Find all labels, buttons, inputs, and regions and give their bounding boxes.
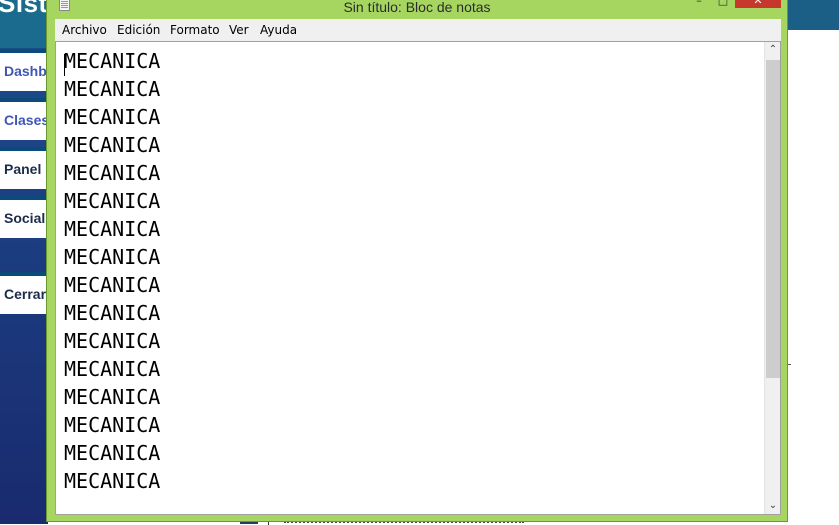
menu-ver[interactable]: Ver: [229, 23, 249, 37]
text-line: MECANICA: [64, 273, 161, 297]
vertical-scrollbar[interactable]: ⌃ ⌄: [764, 42, 780, 514]
background-app-title: Sist: [0, 0, 48, 18]
title-bar[interactable]: Sin título: Bloc de notas – □ ✕: [47, 0, 787, 17]
text-line: MECANICA: [64, 133, 161, 157]
nav-item-dashboard[interactable]: Dashb: [0, 49, 48, 91]
menu-edicion[interactable]: Edición: [117, 23, 160, 37]
text-editor[interactable]: MECANICA MECANICA MECANICA MECANICA MECA…: [55, 41, 781, 515]
document-text[interactable]: MECANICA MECANICA MECANICA MECANICA MECA…: [64, 47, 764, 495]
nav-item-label: Social: [4, 210, 46, 226]
text-line: MECANICA: [64, 105, 161, 129]
text-caret: [64, 54, 65, 76]
text-line: MECANICA: [64, 329, 161, 353]
text-line: MECANICA: [64, 413, 161, 437]
background-sidebar: Sist Dashb Clases Panel Social Cerrar: [0, 0, 48, 524]
nav-item-label: Clases: [4, 112, 48, 128]
text-line: MECANICA: [64, 189, 161, 213]
text-line: MECANICA: [64, 49, 161, 73]
nav-item-cerrar[interactable]: Cerrar: [0, 272, 48, 314]
minimize-button[interactable]: –: [687, 0, 711, 8]
scroll-thumb[interactable]: [766, 60, 780, 378]
window-title: Sin título: Bloc de notas: [343, 0, 491, 15]
nav-item-panel[interactable]: Panel: [0, 147, 48, 189]
menu-ayuda[interactable]: Ayuda: [260, 23, 297, 37]
text-line: MECANICA: [64, 441, 161, 465]
notepad-window: Sin título: Bloc de notas – □ ✕ Archivo …: [46, 0, 788, 522]
menu-formato[interactable]: Formato: [170, 23, 220, 37]
nav-item-label: Dashb: [4, 63, 47, 79]
nav-item-social[interactable]: Social: [0, 196, 48, 238]
nav-item-label: Panel: [4, 161, 42, 177]
text-line: MECANICA: [64, 245, 161, 269]
text-line: MECANICA: [64, 357, 161, 381]
menu-archivo[interactable]: Archivo: [62, 23, 107, 37]
text-line: MECANICA: [64, 301, 161, 325]
menu-bar: Archivo Edición Formato Ver Ayuda: [55, 19, 781, 41]
text-line: MECANICA: [64, 385, 161, 409]
text-line: MECANICA: [64, 217, 161, 241]
text-line: MECANICA: [64, 161, 161, 185]
background-right-area: [788, 0, 839, 524]
scroll-down-icon[interactable]: ⌄: [765, 498, 780, 514]
close-button[interactable]: ✕: [735, 0, 781, 8]
text-line: MECANICA: [64, 77, 161, 101]
nav-item-label: Cerrar: [4, 286, 47, 302]
text-line: MECANICA: [64, 469, 161, 493]
nav-item-clases[interactable]: Clases: [0, 98, 48, 140]
background-divider: [788, 364, 791, 365]
scroll-up-icon[interactable]: ⌃: [765, 42, 780, 58]
maximize-button[interactable]: □: [711, 0, 735, 8]
background-header: Sist: [0, 0, 48, 48]
background-top-bar: [788, 0, 839, 30]
